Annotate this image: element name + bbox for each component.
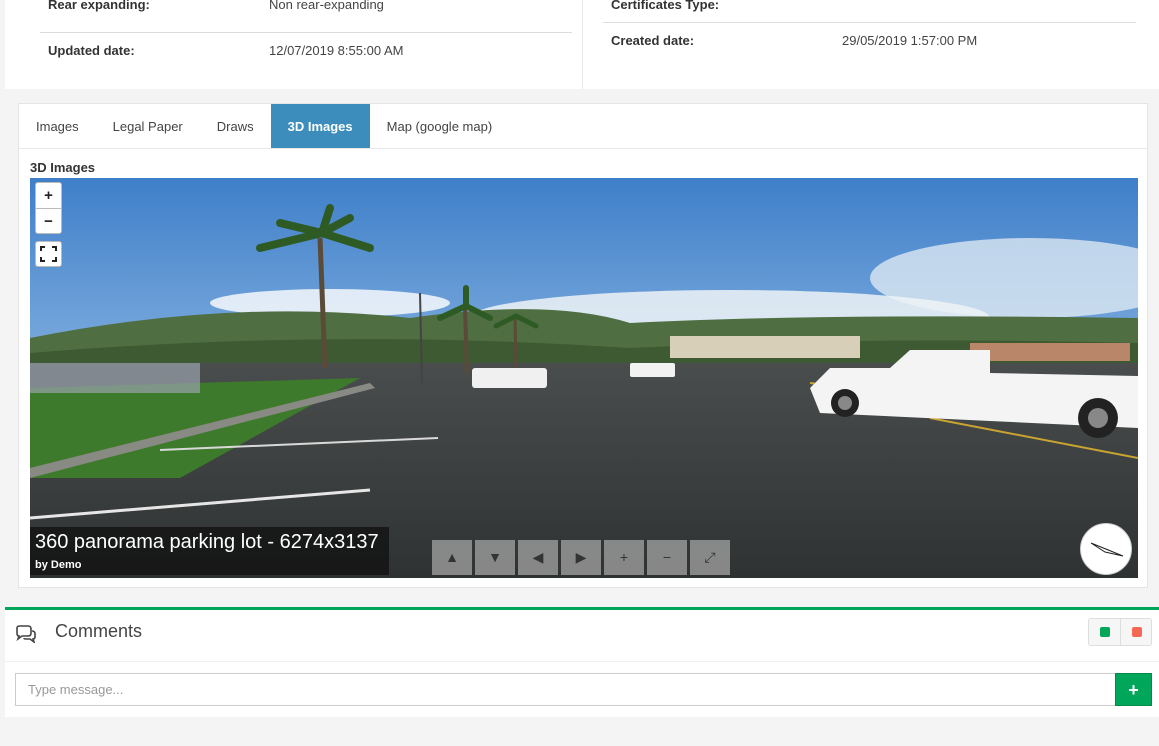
certificates-type-row: Certificates Type: — [603, 0, 1136, 23]
compass-button[interactable] — [1080, 523, 1132, 575]
comments-header: Comments — [5, 610, 1159, 662]
comments-icon — [16, 625, 36, 643]
rear-expanding-row: Rear expanding: Non rear-expanding — [40, 0, 572, 33]
section-title: 3D Images — [30, 160, 96, 175]
pan-left-button[interactable]: ◀ — [518, 540, 558, 575]
pan-up-button[interactable]: ▲ — [432, 540, 472, 575]
comments-title: Comments — [55, 621, 143, 641]
details-right-column: Certificates Type: Created date: 29/05/2… — [603, 0, 1136, 48]
message-input[interactable] — [15, 673, 1116, 706]
pan-right-button[interactable]: ▶ — [561, 540, 601, 575]
tab-images[interactable]: Images — [19, 104, 96, 148]
updated-date-value: 12/07/2019 8:55:00 AM — [269, 43, 404, 58]
zoom-out-button[interactable]: − — [36, 208, 61, 233]
created-date-label: Created date: — [611, 33, 695, 48]
panorama-viewer[interactable]: + − 360 panorama parking lot - 6274x3137… — [30, 178, 1138, 578]
media-tab-panel: Images Legal Paper Draws 3D Images Map (… — [18, 103, 1148, 588]
tab-draws[interactable]: Draws — [200, 104, 271, 148]
created-date-value: 29/05/2019 1:57:00 PM — [842, 33, 978, 48]
panorama-caption: 360 panorama parking lot - 6274x3137 by … — [30, 527, 389, 575]
panorama-title: 360 panorama parking lot - 6274x3137 — [35, 531, 379, 553]
panorama-image — [30, 178, 1138, 578]
nav-zoom-in-button[interactable]: + — [604, 540, 644, 575]
tab-bar: Images Legal Paper Draws 3D Images Map (… — [19, 104, 1147, 149]
zoom-control: + − — [35, 182, 62, 234]
red-tool-button[interactable] — [1119, 619, 1151, 645]
tab-map[interactable]: Map (google map) — [370, 104, 510, 148]
rear-expanding-label: Rear expanding: — [48, 0, 150, 12]
comments-tools — [1088, 618, 1152, 646]
tab-3d-images[interactable]: 3D Images — [270, 104, 370, 148]
add-comment-button[interactable]: + — [1115, 673, 1152, 706]
compass-icon — [1090, 542, 1124, 557]
updated-date-label: Updated date: — [48, 43, 135, 58]
details-card: Rear expanding: Non rear-expanding Updat… — [5, 0, 1159, 89]
tab-legal-paper[interactable]: Legal Paper — [96, 104, 200, 148]
green-tool-button[interactable] — [1089, 619, 1120, 645]
nav-zoom-out-button[interactable]: − — [647, 540, 687, 575]
column-divider — [582, 0, 583, 89]
pan-down-button[interactable]: ▼ — [475, 540, 515, 575]
fullscreen-icon — [40, 246, 57, 262]
comments-box: Comments + — [5, 607, 1159, 717]
fullscreen-button[interactable] — [35, 241, 62, 267]
panorama-navbar: ▲ ▼ ◀ ▶ + − ⤢ — [432, 540, 730, 575]
certificates-type-label: Certificates Type: — [611, 0, 720, 12]
details-left-column: Rear expanding: Non rear-expanding Updat… — [40, 0, 572, 58]
rear-expanding-value: Non rear-expanding — [269, 0, 384, 12]
panorama-byline: by Demo — [35, 559, 82, 571]
zoom-in-button[interactable]: + — [36, 183, 61, 208]
nav-fullscreen-button[interactable]: ⤢ — [690, 540, 730, 575]
